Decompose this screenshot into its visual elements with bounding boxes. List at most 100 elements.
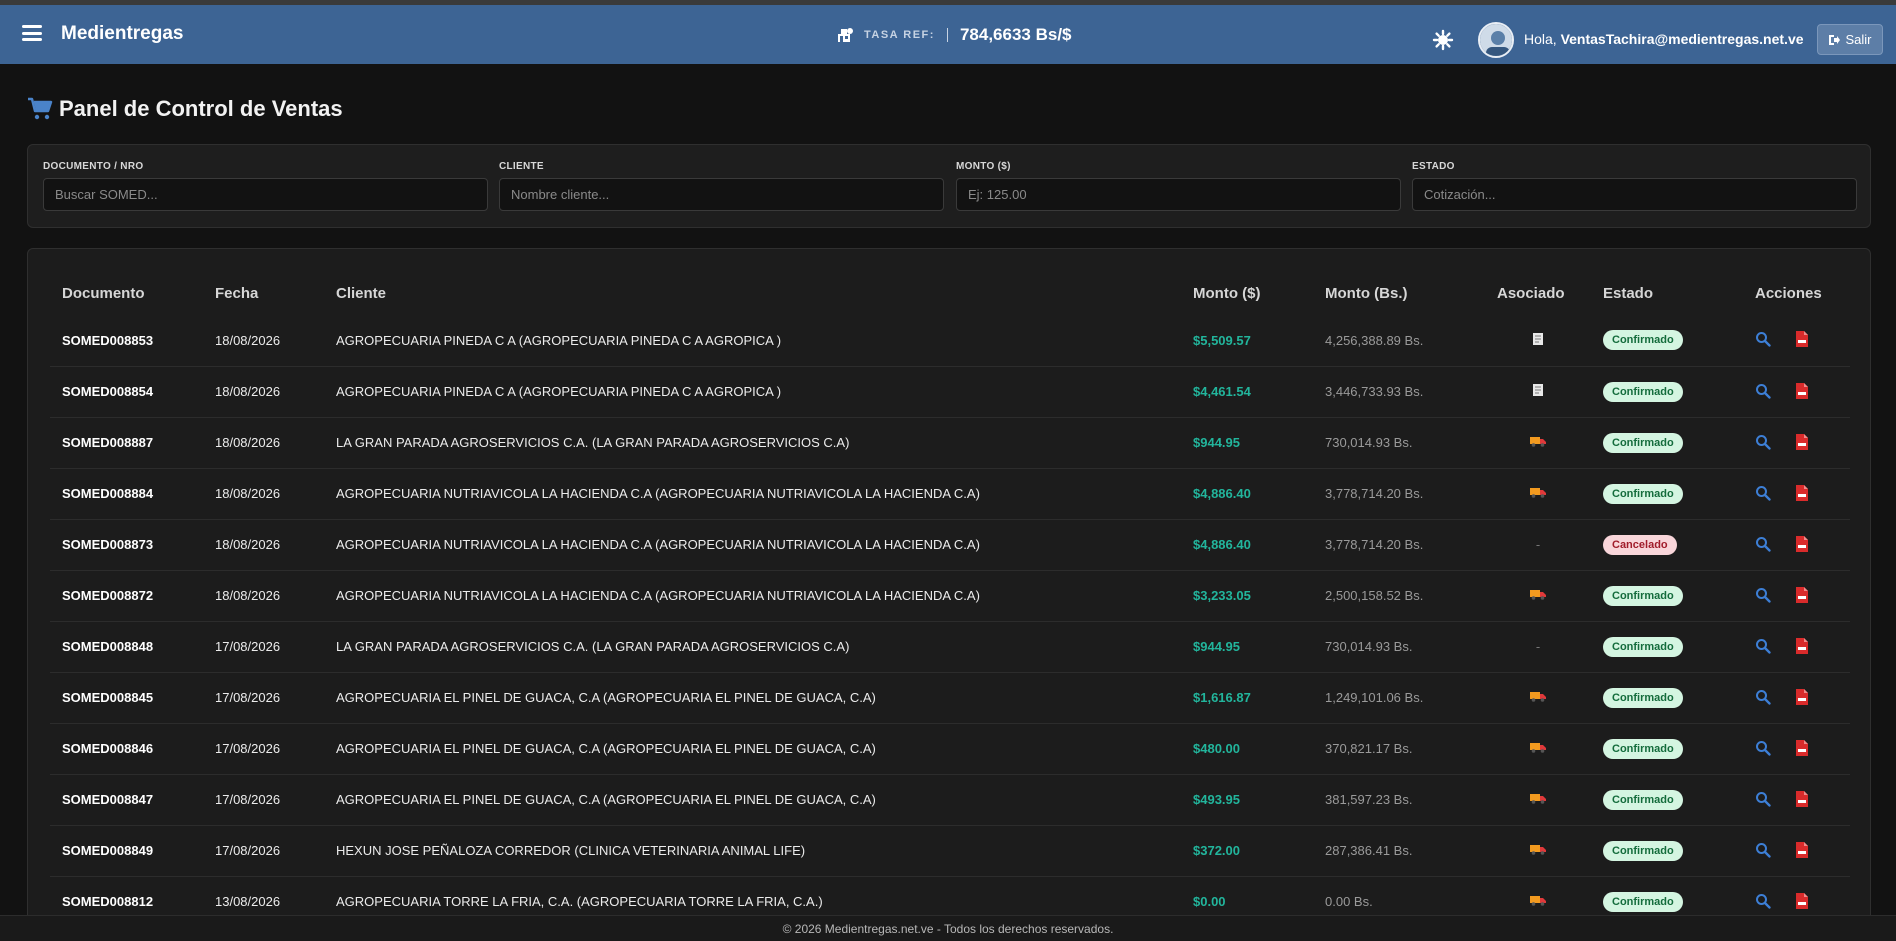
shopping-cart-icon: [28, 97, 53, 120]
cell-acciones: [1743, 621, 1850, 673]
header-monto-usd[interactable]: Monto ($): [1181, 271, 1313, 315]
table-row[interactable]: SOMED008887 18/08/2026 LA GRAN PARADA AGRO…: [50, 417, 1850, 469]
cell-documento[interactable]: SOMED008845: [50, 672, 203, 724]
header-cliente[interactable]: Cliente: [324, 271, 1181, 315]
cell-documento[interactable]: SOMED008848: [50, 621, 203, 673]
status-badge: Cancelado: [1603, 534, 1677, 555]
status-badge: Confirmado: [1603, 585, 1683, 606]
pdf-file-icon[interactable]: [1795, 484, 1813, 503]
pdf-file-icon[interactable]: [1795, 382, 1813, 401]
view-search-icon[interactable]: [1755, 485, 1773, 503]
header-estado[interactable]: Estado: [1591, 271, 1743, 315]
cell-monto-usd: $1,616.87: [1181, 672, 1313, 724]
view-search-icon[interactable]: [1755, 638, 1773, 656]
cell-documento[interactable]: SOMED008887: [50, 417, 203, 469]
header-documento[interactable]: Documento: [50, 271, 203, 315]
status-badge: Confirmado: [1603, 432, 1683, 453]
table-row[interactable]: SOMED008847 17/08/2026 AGROPECUARIA EL PIN…: [50, 774, 1850, 826]
document-icon[interactable]: [1531, 384, 1545, 400]
cell-estado: Confirmado: [1591, 723, 1743, 775]
cell-monto-bs: 3,778,714.20 Bs.: [1313, 468, 1485, 520]
status-badge: Confirmado: [1603, 789, 1683, 810]
table-row[interactable]: SOMED008853 18/08/2026 AGROPECUARIA PINEDA…: [50, 315, 1850, 367]
table-row[interactable]: SOMED008849 17/08/2026 HEXUN JOSE PEÑALOZA…: [50, 825, 1850, 877]
pdf-file-icon[interactable]: [1795, 637, 1813, 656]
menu-icon[interactable]: [22, 25, 42, 41]
view-search-icon[interactable]: [1755, 536, 1773, 554]
view-search-icon[interactable]: [1755, 689, 1773, 707]
delivery-truck-icon[interactable]: [1530, 792, 1546, 807]
view-search-icon[interactable]: [1755, 740, 1773, 758]
estado-input[interactable]: [1412, 178, 1857, 211]
cell-cliente: AGROPECUARIA NUTRIAVICOLA LA HACIENDA C.…: [324, 519, 1181, 571]
view-search-icon[interactable]: [1755, 893, 1773, 911]
table-row[interactable]: SOMED008846 17/08/2026 AGROPECUARIA EL PIN…: [50, 723, 1850, 775]
filter-estado: ESTADO: [1412, 161, 1857, 211]
cell-estado: Confirmado: [1591, 468, 1743, 520]
cliente-input[interactable]: [499, 178, 944, 211]
monto-input[interactable]: [956, 178, 1401, 211]
estado-label: ESTADO: [1412, 161, 1455, 172]
cell-documento[interactable]: SOMED008872: [50, 570, 203, 622]
cell-acciones: [1743, 723, 1850, 775]
delivery-truck-icon[interactable]: [1530, 588, 1546, 603]
cell-monto-usd: $372.00: [1181, 825, 1313, 877]
pdf-file-icon[interactable]: [1795, 331, 1813, 349]
cell-documento[interactable]: SOMED008849: [50, 825, 203, 877]
header-fecha[interactable]: Fecha: [203, 271, 324, 315]
cell-documento[interactable]: SOMED008873: [50, 519, 203, 571]
header-asociado[interactable]: Asociado: [1485, 271, 1591, 315]
cell-estado: Confirmado: [1591, 825, 1743, 877]
status-badge: Confirmado: [1603, 738, 1683, 759]
sun-icon[interactable]: [1432, 29, 1454, 51]
cell-documento[interactable]: SOMED008846: [50, 723, 203, 775]
delivery-truck-icon[interactable]: [1530, 690, 1546, 705]
pdf-file-icon[interactable]: [1795, 892, 1813, 911]
view-search-icon[interactable]: [1755, 791, 1773, 809]
delivery-truck-icon[interactable]: [1530, 843, 1546, 858]
cell-asociado: -: [1485, 519, 1591, 571]
cell-estado: Cancelado: [1591, 519, 1743, 571]
table-row[interactable]: SOMED008848 17/08/2026 LA GRAN PARADA AGRO…: [50, 621, 1850, 673]
document-icon[interactable]: [1531, 332, 1545, 349]
cell-documento[interactable]: SOMED008884: [50, 468, 203, 520]
pdf-file-icon[interactable]: [1795, 433, 1813, 452]
delivery-truck-icon[interactable]: [1530, 486, 1546, 501]
brand-name[interactable]: Medientregas: [61, 23, 183, 45]
delivery-truck-icon[interactable]: [1530, 435, 1546, 450]
cell-cliente: LA GRAN PARADA AGROSERVICIOS C.A. (LA GR…: [324, 417, 1181, 469]
cell-documento[interactable]: SOMED008853: [50, 315, 203, 367]
table-row[interactable]: SOMED008873 18/08/2026 AGROPECUARIA NUTRIA…: [50, 519, 1850, 571]
cell-monto-bs: 370,821.17 Bs.: [1313, 723, 1485, 775]
cell-fecha: 17/08/2026: [203, 774, 324, 826]
cell-monto-bs: 730,014.93 Bs.: [1313, 417, 1485, 469]
view-search-icon[interactable]: [1755, 842, 1773, 860]
cell-asociado: [1485, 570, 1591, 622]
pdf-file-icon[interactable]: [1795, 739, 1813, 758]
pdf-file-icon[interactable]: [1795, 841, 1813, 860]
table-row[interactable]: SOMED008845 17/08/2026 AGROPECUARIA EL PIN…: [50, 672, 1850, 724]
table-row[interactable]: SOMED008872 18/08/2026 AGROPECUARIA NUTRIA…: [50, 570, 1850, 622]
pdf-file-icon[interactable]: [1795, 790, 1813, 809]
delivery-truck-icon[interactable]: [1530, 741, 1546, 756]
cell-documento[interactable]: SOMED008854: [50, 366, 203, 418]
view-search-icon[interactable]: [1755, 331, 1773, 349]
view-search-icon[interactable]: [1755, 434, 1773, 452]
cell-monto-bs: 381,597.23 Bs.: [1313, 774, 1485, 826]
header-monto-bs[interactable]: Monto (Bs.): [1313, 271, 1485, 315]
table-row[interactable]: SOMED008854 18/08/2026 AGROPECUARIA PINEDA…: [50, 366, 1850, 418]
footer-text: © 2026 Medientregas.net.ve - Todos los d…: [782, 922, 1114, 936]
view-search-icon[interactable]: [1755, 587, 1773, 605]
pdf-file-icon[interactable]: [1795, 688, 1813, 707]
cell-documento[interactable]: SOMED008847: [50, 774, 203, 826]
cell-monto-bs: 3,446,733.93 Bs.: [1313, 366, 1485, 418]
logout-button[interactable]: Salir: [1817, 24, 1883, 55]
documento-input[interactable]: [43, 178, 488, 211]
view-search-icon[interactable]: [1755, 383, 1773, 401]
status-badge: Confirmado: [1603, 330, 1683, 351]
avatar[interactable]: [1478, 22, 1514, 58]
pdf-file-icon[interactable]: [1795, 586, 1813, 605]
table-row[interactable]: SOMED008884 18/08/2026 AGROPECUARIA NUTRIA…: [50, 468, 1850, 520]
pdf-file-icon[interactable]: [1795, 535, 1813, 554]
delivery-truck-icon[interactable]: [1530, 894, 1546, 909]
